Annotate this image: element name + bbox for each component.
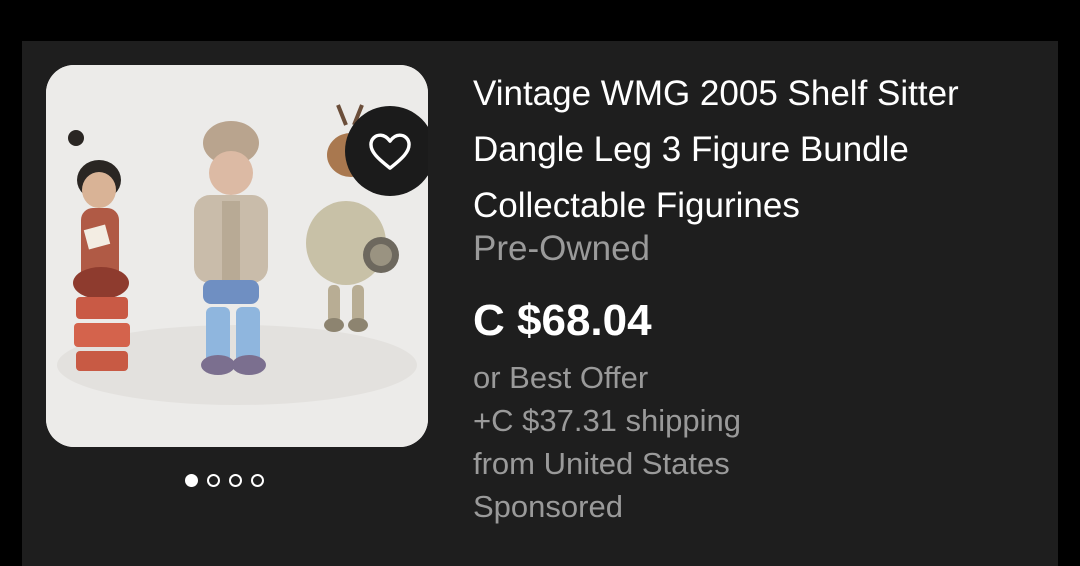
carousel-dots [185, 474, 264, 487]
heart-outline-icon [369, 133, 411, 170]
item-location: from United States [473, 446, 730, 481]
listing-title[interactable]: Vintage WMG 2005 Shelf Sitter Dangle Leg… [473, 66, 1043, 234]
sponsored-label: Sponsored [473, 489, 623, 524]
favorite-button[interactable] [345, 106, 428, 196]
carousel-dot-2[interactable] [207, 474, 220, 487]
listing-card[interactable]: Vintage WMG 2005 Shelf Sitter Dangle Leg… [22, 41, 1058, 566]
best-offer-label: or Best Offer [473, 360, 649, 395]
price: C $68.04 [473, 296, 652, 345]
carousel-dot-4[interactable] [251, 474, 264, 487]
condition-label: Pre-Owned [473, 229, 651, 268]
carousel-dot-3[interactable] [229, 474, 242, 487]
carousel-dot-1[interactable] [185, 474, 198, 487]
listing-image[interactable] [46, 65, 428, 447]
shipping-cost: +C $37.31 shipping [473, 403, 742, 438]
